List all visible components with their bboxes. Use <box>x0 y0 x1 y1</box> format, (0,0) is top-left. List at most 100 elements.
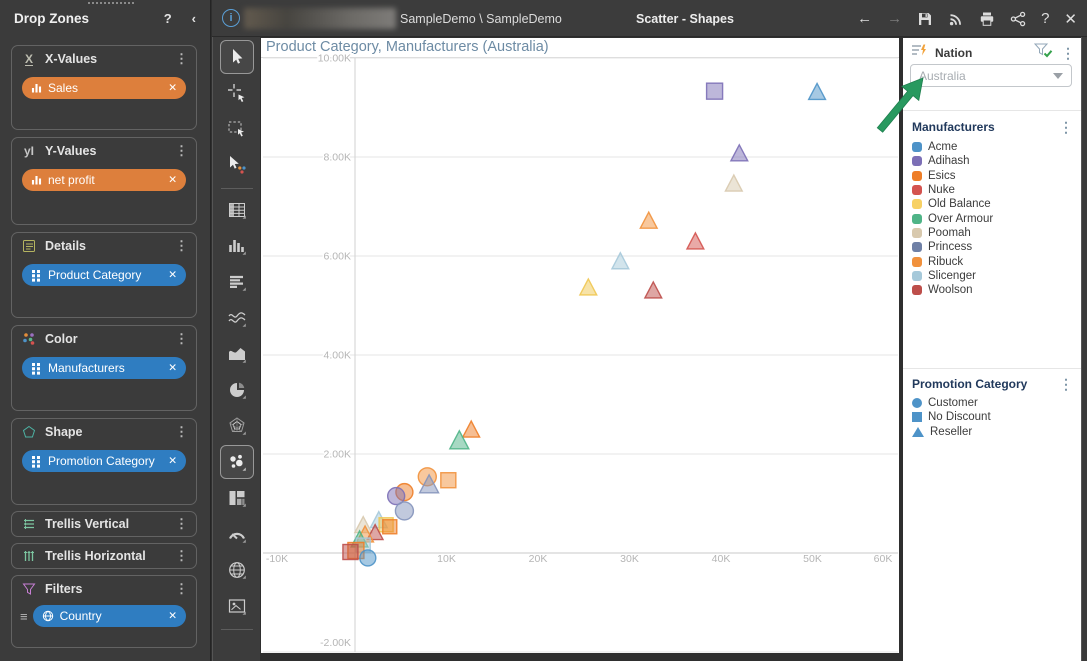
x-axis-icon: X <box>24 51 33 66</box>
data-point[interactable] <box>724 173 744 192</box>
data-point[interactable] <box>685 231 705 250</box>
zone-menu-icon[interactable]: ⋮ <box>175 238 188 254</box>
remove-icon[interactable]: ✕ <box>168 174 177 186</box>
dropzone-y-values[interactable]: yI Y-Values ⋮ net profit ✕ <box>11 137 197 225</box>
line-chart-icon[interactable] <box>220 301 254 335</box>
legend-item[interactable]: Poomah <box>912 226 1077 240</box>
legend-menu-icon[interactable]: ⋮ <box>1059 120 1073 134</box>
select-tool[interactable] <box>219 40 254 74</box>
dropzone-x-values[interactable]: X X-Values ⋮ Sales ✕ <box>11 45 197 130</box>
data-point[interactable] <box>610 251 630 270</box>
data-point[interactable] <box>382 519 398 535</box>
chart-tools-toolbar <box>212 37 260 661</box>
remove-icon[interactable]: ✕ <box>168 610 177 622</box>
save-icon[interactable] <box>917 11 933 27</box>
data-point[interactable] <box>359 549 377 567</box>
chevron-down-icon <box>1053 72 1063 79</box>
legend-item[interactable]: Customer <box>912 396 1077 410</box>
scatter-plot: 10.00K 8.00K 6.00K 4.00K 2.00K -2.00K -10K 10K 2… <box>263 51 898 653</box>
dropzone-shape[interactable]: Shape ⋮ Promotion Category ✕ <box>11 418 197 505</box>
legend-item[interactable]: Ribuck <box>912 254 1077 268</box>
zoom-point-tool[interactable] <box>220 76 254 110</box>
data-point[interactable] <box>578 277 598 296</box>
help-icon[interactable]: ? <box>164 11 172 26</box>
data-point[interactable] <box>705 82 724 100</box>
data-point[interactable] <box>639 210 659 229</box>
legend-item[interactable]: Slicenger <box>912 269 1077 283</box>
legend-item[interactable]: Adihash <box>912 154 1077 168</box>
zone-menu-icon[interactable]: ⋮ <box>175 581 188 597</box>
pill-promotion-category[interactable]: Promotion Category ✕ <box>22 450 186 472</box>
data-point[interactable] <box>807 81 827 101</box>
legend-item[interactable]: Esics <box>912 169 1077 183</box>
data-point[interactable] <box>729 143 749 162</box>
zone-menu-icon[interactable]: ⋮ <box>175 51 188 67</box>
pill-net-profit[interactable]: net profit ✕ <box>22 169 186 191</box>
back-icon[interactable]: ← <box>857 10 872 27</box>
legend-item[interactable]: Over Armour <box>912 211 1077 225</box>
print-icon[interactable] <box>979 11 995 27</box>
gauge-icon[interactable] <box>220 517 254 551</box>
data-point[interactable] <box>461 419 481 438</box>
pill-sales[interactable]: Sales ✕ <box>22 77 186 99</box>
funnel-check-icon[interactable] <box>1033 43 1053 64</box>
shape-icon <box>21 425 37 439</box>
remove-icon[interactable]: ✕ <box>168 455 177 467</box>
zone-menu-icon[interactable]: ⋮ <box>175 516 188 532</box>
data-point[interactable] <box>394 501 415 521</box>
collapse-sidebar-icon[interactable]: ‹ <box>192 11 196 26</box>
info-icon[interactable]: i <box>222 9 240 27</box>
data-point[interactable] <box>643 280 663 299</box>
interval-chart-icon[interactable] <box>220 265 254 299</box>
legend-item[interactable]: No Discount <box>912 410 1077 424</box>
pill-country[interactable]: Country ✕ <box>32 605 186 627</box>
dropzone-filters[interactable]: Filters ⋮ ≡ Country ✕ <box>11 575 197 648</box>
measure-icon <box>31 82 42 94</box>
forward-icon[interactable]: → <box>887 10 902 27</box>
zone-menu-icon[interactable]: ⋮ <box>175 548 188 564</box>
data-point[interactable] <box>440 472 457 489</box>
remove-icon[interactable]: ✕ <box>168 82 177 94</box>
crosstab-icon[interactable] <box>220 193 254 227</box>
legend-item[interactable]: Old Balance <box>912 197 1077 211</box>
svg-text:40K: 40K <box>712 553 731 565</box>
remove-icon[interactable]: ✕ <box>168 362 177 374</box>
radar-chart-icon[interactable] <box>220 409 254 443</box>
pie-chart-icon[interactable] <box>220 373 254 407</box>
pill-manufacturers[interactable]: Manufacturers ✕ <box>22 357 186 379</box>
legend-item[interactable]: Acme <box>912 140 1077 154</box>
legend-item[interactable]: Woolson <box>912 283 1077 297</box>
dropzone-color[interactable]: Color ⋮ Manufacturers ✕ <box>11 325 197 411</box>
close-icon[interactable]: ✕ <box>1064 10 1077 28</box>
dropzone-trellis-vertical[interactable]: Trellis Vertical ⋮ <box>11 511 197 537</box>
bar-chart-icon[interactable] <box>220 229 254 263</box>
zone-menu-icon[interactable]: ⋮ <box>175 143 188 159</box>
legend-item[interactable]: Reseller <box>912 425 1077 439</box>
remove-icon[interactable]: ✕ <box>168 269 177 281</box>
measure-icon <box>31 174 42 186</box>
dropzone-details[interactable]: Details ⋮ Product Category ✕ <box>11 232 197 318</box>
treemap-icon[interactable] <box>220 481 254 515</box>
nation-dropdown[interactable]: Australia <box>910 64 1072 87</box>
manufacturers-legend-title: Manufacturers <box>912 120 995 134</box>
data-select-tool[interactable] <box>220 148 254 182</box>
legend-item[interactable]: Nuke <box>912 183 1077 197</box>
map-icon[interactable] <box>220 553 254 587</box>
dropzone-trellis-horizontal[interactable]: Trellis Horizontal ⋮ <box>11 543 197 569</box>
sort-icon[interactable]: ≡ <box>20 610 28 623</box>
area-chart-icon[interactable] <box>220 337 254 371</box>
marquee-select-tool[interactable] <box>220 112 254 146</box>
schedule-icon[interactable] <box>948 11 964 27</box>
data-point[interactable] <box>342 543 359 561</box>
scatter-chart-icon[interactable] <box>219 445 254 479</box>
panel-menu-icon[interactable]: ⋮ <box>1061 46 1075 60</box>
image-chart-icon[interactable] <box>220 589 254 623</box>
legend-item[interactable]: Princess <box>912 240 1077 254</box>
zone-menu-icon[interactable]: ⋮ <box>175 424 188 440</box>
legend-menu-icon[interactable]: ⋮ <box>1059 377 1073 391</box>
help-icon[interactable]: ? <box>1041 10 1049 27</box>
zone-menu-icon[interactable]: ⋮ <box>175 331 188 347</box>
pill-product-category[interactable]: Product Category ✕ <box>22 264 186 286</box>
toolbar-divider <box>220 629 253 630</box>
share-icon[interactable] <box>1010 11 1026 27</box>
